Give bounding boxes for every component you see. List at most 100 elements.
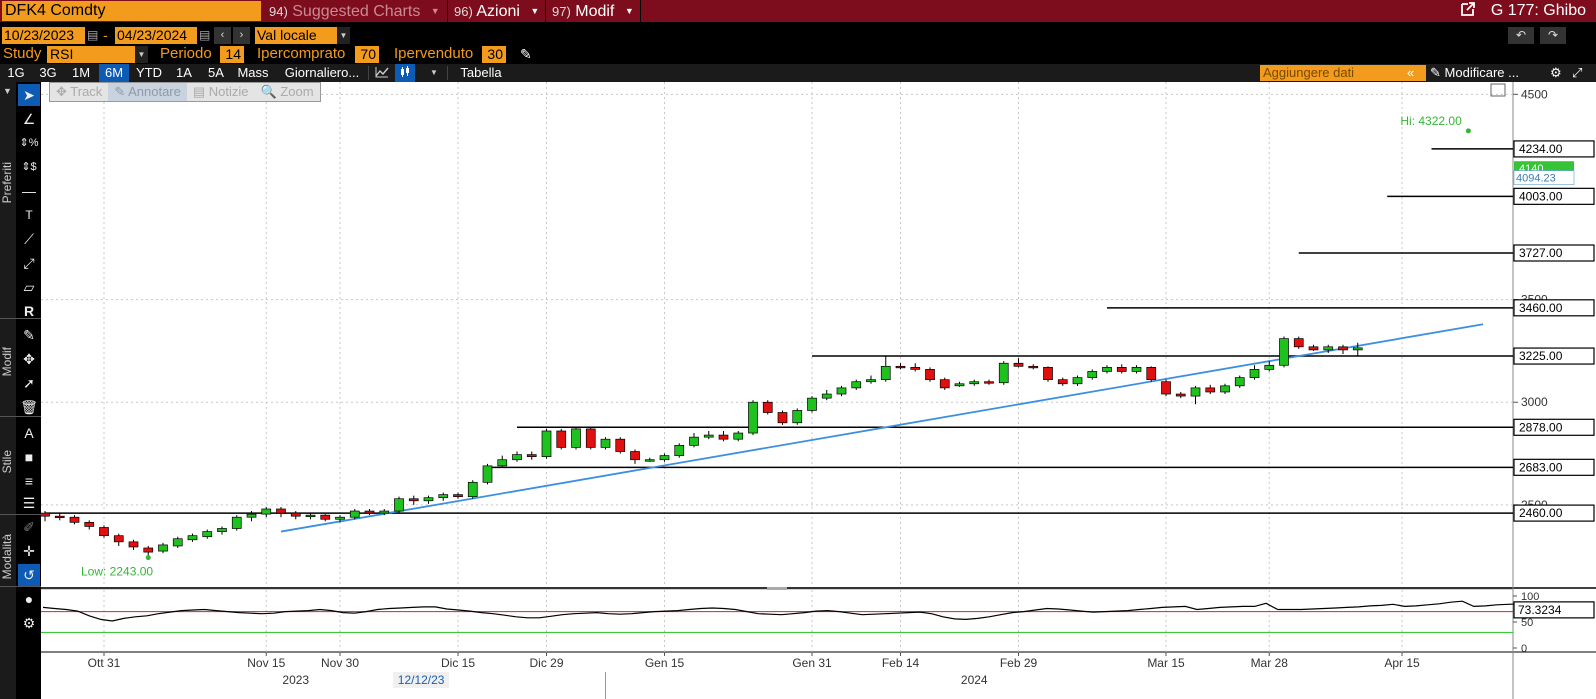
magic-pencil-icon[interactable]: ✐ xyxy=(18,516,40,538)
candle-body xyxy=(187,535,198,541)
gear-icon[interactable]: ⚙ xyxy=(18,612,40,634)
channel-icon[interactable]: ▱ xyxy=(18,276,40,298)
pencil-icon[interactable]: ✎ xyxy=(520,46,532,63)
group-stile: Stile xyxy=(0,450,14,474)
timeframe-1a[interactable]: 1A xyxy=(170,64,198,82)
candle-body xyxy=(1279,338,1289,366)
horizontal-line-icon[interactable]: — xyxy=(18,180,40,202)
timeframe-1g[interactable]: 1G xyxy=(2,64,30,82)
candlestick-icon[interactable] xyxy=(395,64,415,82)
zoom-button[interactable]: 🔍 Zoom xyxy=(255,83,320,101)
line-style-icon[interactable]: ☰ xyxy=(18,492,40,514)
percent-measure-icon[interactable]: ⇕% xyxy=(18,132,40,154)
azioni-menu[interactable]: 96) Azioni ▼ xyxy=(450,1,542,21)
candle-body xyxy=(261,508,272,515)
redo-button[interactable]: ↷ xyxy=(1540,27,1566,44)
fill-color-icon[interactable]: ■ xyxy=(18,446,40,468)
text-color-icon[interactable]: A xyxy=(18,422,40,444)
launchpad-group[interactable]: G 177: Ghibo xyxy=(1460,1,1586,21)
suggested-charts-num: 94) xyxy=(269,4,288,19)
ipervenduto-label: Ipervenduto xyxy=(394,45,474,62)
draw-line-icon[interactable]: ∠ xyxy=(18,108,40,130)
pointer-icon[interactable]: ➤ xyxy=(18,84,40,106)
timeframe-ytd[interactable]: YTD xyxy=(133,64,165,82)
candle-body xyxy=(128,541,139,548)
track-button[interactable]: ✥ Track xyxy=(50,83,108,101)
move-icon[interactable]: ✥ xyxy=(18,348,40,370)
line-weight-icon[interactable]: ≡ xyxy=(18,470,40,492)
toolbar-divider xyxy=(447,66,448,80)
low-label: Low: 2243.00 xyxy=(81,565,153,579)
period-select[interactable]: Giornaliero... xyxy=(279,64,365,82)
tabella-button[interactable]: Tabella xyxy=(452,64,510,82)
candle-body xyxy=(1146,366,1157,381)
expand-icon[interactable]: ⤢ xyxy=(1572,64,1582,82)
dollar-measure-icon[interactable]: ⇕$ xyxy=(18,156,40,178)
chevron-down-icon[interactable]: ▼ xyxy=(427,64,441,82)
candle-body xyxy=(276,508,286,514)
add-data-input[interactable]: Aggiungere dati xyxy=(1260,65,1426,81)
collapse-toolbar-icon[interactable]: ▼ xyxy=(3,86,12,96)
edit-icon[interactable]: ✎ xyxy=(18,324,40,346)
level-label-text: 2460.00 xyxy=(1519,506,1563,520)
next-period-button[interactable]: › xyxy=(233,27,250,44)
security-field[interactable]: DFK4 Comdty xyxy=(2,1,261,21)
study-select[interactable]: RSI xyxy=(47,46,135,63)
rsi-tick-label: 50 xyxy=(1521,617,1533,629)
modif-menu[interactable]: 97) Modif ▼ xyxy=(548,1,638,21)
annotare-button[interactable]: ✎ Annotare xyxy=(108,83,187,101)
candle-body xyxy=(703,434,714,438)
candle xyxy=(674,443,685,458)
trash-icon[interactable]: 🗑 xyxy=(18,396,40,418)
modifica-button[interactable]: ✎ Modificare ... xyxy=(1430,64,1519,82)
crosshair-icon[interactable]: ✛ xyxy=(18,540,40,562)
chart-area[interactable]: Hi: 4322.00Low: 2243.0045003500300025004… xyxy=(41,82,1596,699)
calendar-icon[interactable]: ▤ xyxy=(87,27,98,44)
date-to-field[interactable]: 04/23/2024 xyxy=(115,27,197,44)
candle-body xyxy=(1131,366,1142,372)
pencil-icon: ✎ xyxy=(1430,65,1441,80)
chevron-down-icon[interactable]: ▼ xyxy=(135,46,148,63)
ipervenduto-input[interactable]: 30 xyxy=(482,46,506,63)
color-palette-icon[interactable]: ● xyxy=(18,588,40,610)
candle-body xyxy=(689,436,699,446)
retracement-icon[interactable]: R xyxy=(18,300,40,322)
ray-icon[interactable]: ⤢ xyxy=(18,252,40,274)
timeframe-5a[interactable]: 5A xyxy=(202,64,230,82)
candle xyxy=(585,426,596,450)
candle xyxy=(807,396,817,413)
candle-body xyxy=(777,412,788,424)
collapse-icon[interactable]: « xyxy=(1407,64,1414,82)
suggested-charts-menu[interactable]: 94) Suggested Charts ▼ xyxy=(265,1,445,21)
timeframe-6m[interactable]: 6M xyxy=(99,64,129,82)
x-tick-label: Nov 15 xyxy=(247,656,285,670)
timeframe-3g[interactable]: 3G xyxy=(34,64,62,82)
external-link-icon[interactable] xyxy=(1460,1,1476,21)
date-from-field[interactable]: 10/23/2023 xyxy=(2,27,85,44)
calendar-icon[interactable]: ▤ xyxy=(199,27,210,44)
notizie-button[interactable]: ▤ Notizie xyxy=(187,83,255,101)
timeframe-1m[interactable]: 1M xyxy=(66,64,96,82)
currency-select[interactable]: Val locale xyxy=(255,27,337,44)
candle-body xyxy=(246,513,257,518)
candle-body xyxy=(69,516,80,523)
undo-button[interactable]: ↶ xyxy=(1508,27,1534,44)
drawing-toolbar: ▼ Preferiti Modif Stile Modalità ➤ ∠ ⇕% … xyxy=(0,82,41,699)
price-chart[interactable]: Hi: 4322.00Low: 2243.0045003500300025004… xyxy=(41,82,1596,699)
text-tool-icon[interactable]: T xyxy=(18,204,40,226)
candle-body xyxy=(335,516,345,520)
level-label-text: 3225.00 xyxy=(1519,349,1563,363)
ipercomprato-input[interactable]: 70 xyxy=(355,46,379,63)
trendline-icon[interactable]: ⟋ xyxy=(18,228,40,250)
select-icon[interactable]: ➚ xyxy=(18,372,40,394)
gear-icon[interactable]: ⚙ xyxy=(1550,64,1562,82)
modif-label: Modif xyxy=(575,3,615,20)
candle-body xyxy=(1220,385,1230,393)
snap-icon[interactable]: ↺ xyxy=(18,564,40,586)
timeframe-mass[interactable]: Mass xyxy=(234,64,272,82)
candle-body xyxy=(1102,366,1112,372)
periodo-input[interactable]: 14 xyxy=(220,46,244,63)
prev-period-button[interactable]: ‹ xyxy=(214,27,231,44)
chevron-down-icon[interactable]: ▼ xyxy=(337,27,350,44)
line-chart-icon[interactable] xyxy=(372,64,392,82)
